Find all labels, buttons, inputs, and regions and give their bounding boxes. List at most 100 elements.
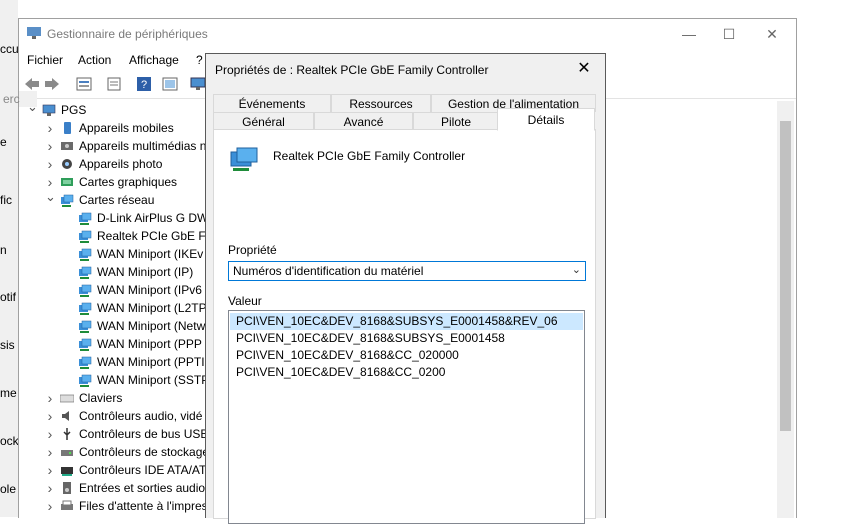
tree-item-label: Appareils mobiles bbox=[79, 121, 174, 135]
back-arrow-icon[interactable] bbox=[23, 76, 41, 92]
network-icon bbox=[79, 248, 92, 261]
tree-item-label: WAN Miniport (IP) bbox=[97, 265, 194, 279]
network-icon bbox=[79, 320, 92, 333]
network-icon bbox=[79, 266, 92, 279]
ide-icon bbox=[61, 467, 73, 476]
network-icon bbox=[79, 212, 92, 225]
dialog-close-button[interactable]: ✕ bbox=[573, 58, 595, 80]
network-icon bbox=[79, 230, 92, 243]
svg-text:?: ? bbox=[141, 79, 147, 91]
tree-item-label: Contrôleurs IDE ATA/ATA bbox=[79, 463, 214, 477]
tree-item-label: WAN Miniport (IPv6 bbox=[97, 283, 202, 297]
value-list-item[interactable]: PCI\VEN_10EC&DEV_8168&CC_0200 bbox=[230, 364, 583, 381]
tab-general[interactable]: Général bbox=[213, 112, 314, 130]
dialog-title: Propriétés de : Realtek PCIe GbE Family … bbox=[215, 63, 489, 77]
storage-icon bbox=[61, 450, 73, 456]
title-bar: Gestionnaire de périphériques — ☐ ✕ bbox=[19, 19, 796, 49]
keyboard-icon bbox=[60, 394, 74, 403]
chevron-right-icon[interactable]: › bbox=[45, 119, 55, 137]
tree-item-label: Contrôleurs de stockage bbox=[79, 445, 210, 459]
tree-item-label: WAN Miniport (PPTI bbox=[97, 355, 205, 369]
background-text: me bbox=[0, 386, 17, 400]
window-title: Gestionnaire de périphériques bbox=[47, 27, 208, 41]
background-text: n bbox=[0, 243, 7, 257]
audio-icon bbox=[62, 411, 69, 421]
background-window: ccu e fic n otif sis me ock ole bbox=[0, 0, 19, 517]
property-label: Propriété bbox=[228, 243, 277, 257]
tab-avance[interactable]: Avancé bbox=[314, 112, 413, 130]
chevron-right-icon[interactable]: › bbox=[45, 497, 55, 515]
maximize-button[interactable]: ☐ bbox=[709, 21, 749, 47]
tree-item-label: WAN Miniport (SSTP bbox=[97, 373, 210, 387]
network-icon bbox=[79, 302, 92, 315]
chevron-down-icon: ⌄ bbox=[571, 264, 581, 276]
tab-pilote[interactable]: Pilote bbox=[413, 112, 499, 130]
menu-affichage[interactable]: Affichage bbox=[129, 53, 179, 67]
value-list[interactable]: PCI\VEN_10EC&DEV_8168&SUBSYS_E0001458&RE… bbox=[228, 310, 585, 524]
forward-arrow-icon[interactable] bbox=[43, 76, 61, 92]
chevron-right-icon[interactable]: › bbox=[45, 389, 55, 407]
tree-item-label: Contrôleurs audio, vidé bbox=[79, 409, 203, 423]
usb-icon bbox=[63, 428, 71, 440]
tree-item-label: Realtek PCIe GbE Fa bbox=[97, 229, 213, 243]
property-select-value: Numéros d'identification du matériel bbox=[233, 264, 424, 278]
scan-icon[interactable] bbox=[161, 76, 179, 92]
chevron-down-icon[interactable]: ⌄ bbox=[45, 188, 56, 206]
scrollbar-thumb[interactable] bbox=[780, 121, 791, 431]
chevron-right-icon[interactable]: › bbox=[45, 479, 55, 497]
chevron-right-icon[interactable]: › bbox=[45, 425, 55, 443]
value-list-item[interactable]: PCI\VEN_10EC&DEV_8168&SUBSYS_E0001458&RE… bbox=[230, 313, 583, 330]
computer-icon bbox=[42, 104, 56, 116]
tree-item-label: Files d'attente à l'impres bbox=[79, 499, 208, 513]
tab-ressources[interactable]: Ressources bbox=[331, 94, 431, 112]
tree-item-label: Entrées et sorties audio bbox=[79, 481, 206, 495]
tree-item-label: Appareils photo bbox=[79, 157, 163, 171]
close-button[interactable]: ✕ bbox=[752, 21, 792, 47]
tree-scrollbar[interactable] bbox=[777, 101, 794, 518]
network-icon bbox=[79, 356, 92, 369]
tree-item-label: Claviers bbox=[79, 391, 123, 405]
minimize-button[interactable]: — bbox=[669, 21, 709, 47]
properties-view-icon[interactable] bbox=[75, 76, 93, 92]
value-label: Valeur bbox=[228, 294, 262, 308]
chevron-right-icon[interactable]: › bbox=[45, 407, 55, 425]
properties-dialog: Propriétés de : Realtek PCIe GbE Family … bbox=[205, 53, 606, 524]
background-text: ole bbox=[0, 482, 17, 496]
background-text: e bbox=[0, 135, 7, 149]
display-adapter-icon bbox=[61, 178, 73, 186]
printer-icon bbox=[61, 500, 73, 510]
network-icon bbox=[79, 338, 92, 351]
background-text: ock bbox=[0, 434, 19, 448]
chevron-right-icon[interactable]: › bbox=[45, 137, 55, 155]
tree-item-label: WAN Miniport (L2TP bbox=[97, 301, 207, 315]
chevron-right-icon[interactable]: › bbox=[45, 461, 55, 479]
mobile-device-icon bbox=[64, 122, 71, 134]
menu-fichier[interactable]: Fichier bbox=[27, 53, 63, 67]
value-list-item[interactable]: PCI\VEN_10EC&DEV_8168&CC_020000 bbox=[230, 347, 583, 364]
tree-item-label: Cartes graphiques bbox=[79, 175, 178, 189]
list-view-icon[interactable] bbox=[105, 76, 123, 92]
multimedia-icon bbox=[61, 142, 73, 150]
tree-item-label: Contrôleurs de bus USB bbox=[79, 427, 209, 441]
tree-item-label: WAN Miniport (IKEv bbox=[97, 247, 204, 261]
search-text: erc bbox=[3, 92, 20, 106]
dialog-title-bar: Propriétés de : Realtek PCIe GbE Family … bbox=[206, 54, 605, 85]
menu-help[interactable]: ? bbox=[196, 53, 203, 67]
menu-action[interactable]: Action bbox=[78, 53, 111, 67]
network-icon bbox=[79, 374, 92, 387]
background-text: fic bbox=[0, 193, 12, 207]
property-select[interactable]: Numéros d'identification du matériel ⌄ bbox=[228, 261, 586, 281]
speaker-icon bbox=[63, 482, 71, 494]
tab-details[interactable]: Détails bbox=[497, 108, 595, 131]
device-manager-icon bbox=[27, 27, 41, 39]
chevron-right-icon[interactable]: › bbox=[45, 155, 55, 173]
help-icon[interactable]: ? bbox=[135, 76, 153, 92]
camera-icon bbox=[62, 159, 72, 169]
background-text: sis bbox=[0, 338, 15, 352]
value-list-item[interactable]: PCI\VEN_10EC&DEV_8168&SUBSYS_E0001458 bbox=[230, 330, 583, 347]
network-adapter-icon bbox=[230, 147, 258, 171]
details-panel: Realtek PCIe GbE Family Controller Propr… bbox=[213, 129, 596, 524]
tree-item-label: WAN Miniport (PPP bbox=[97, 337, 202, 351]
chevron-right-icon[interactable]: › bbox=[45, 443, 55, 461]
tab-evenements[interactable]: Événements bbox=[213, 94, 331, 112]
